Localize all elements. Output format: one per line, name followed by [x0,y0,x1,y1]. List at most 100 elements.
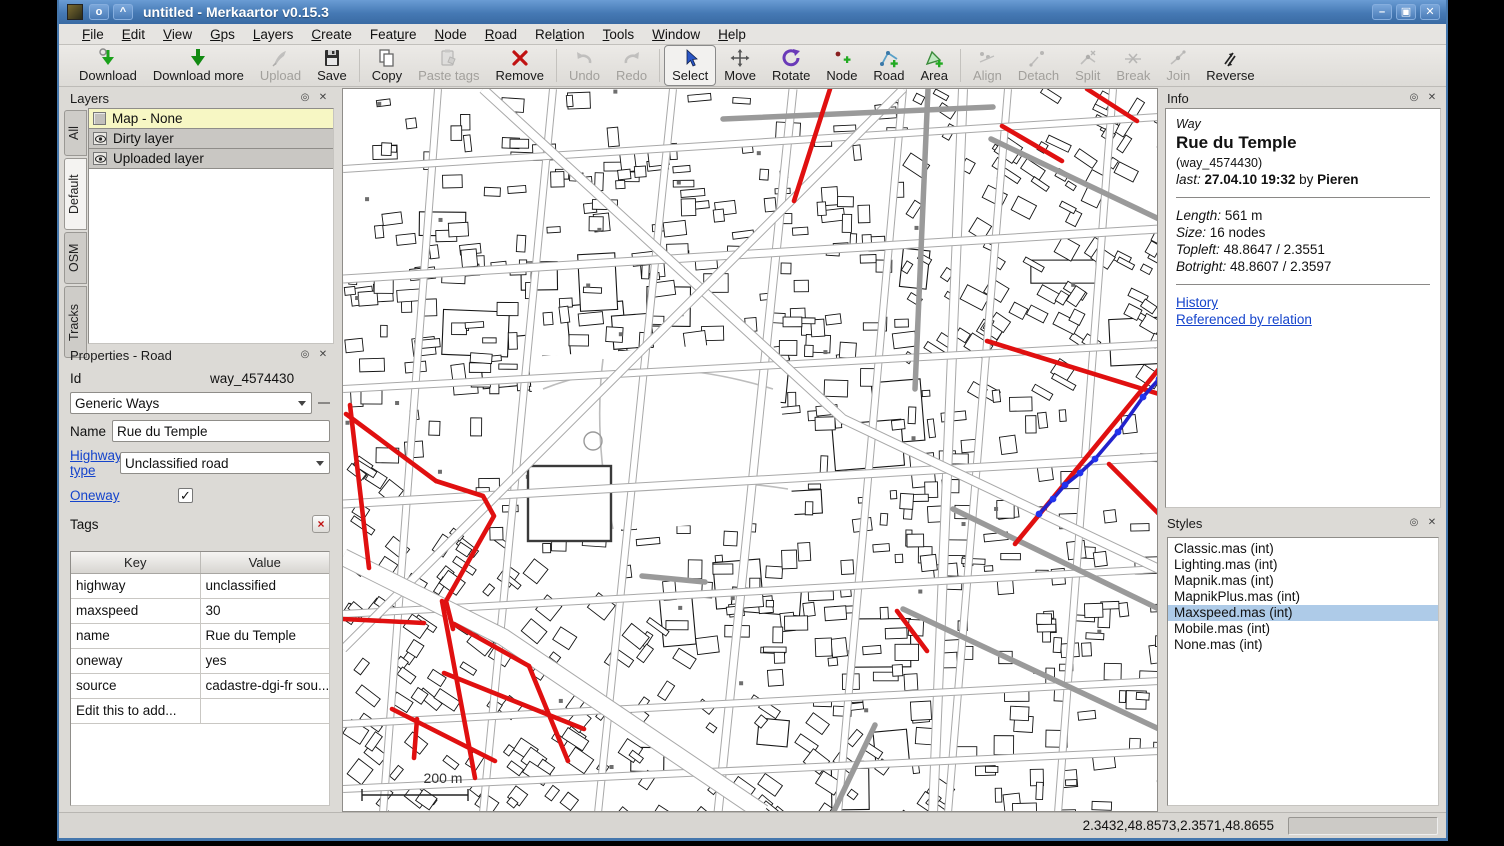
menu-edit[interactable]: Edit [113,25,154,44]
tag-cell[interactable]: cadastre-dgi-fr sou... [201,674,330,698]
styles-panel: Styles ◎ ✕ Classic.mas (int)Lighting.mas… [1161,513,1445,812]
toolbar-button-join[interactable]: Join [1158,45,1198,86]
tag-cell[interactable]: unclassified [201,574,330,598]
tags-column-value[interactable]: Value [201,552,330,573]
layer-row-uploaded-layer[interactable]: Uploaded layer [89,149,333,169]
maximize-button[interactable]: ▣ [1396,4,1416,20]
tag-row[interactable]: maxspeed30 [71,599,329,624]
toolbar-button-save[interactable]: Save [309,45,355,86]
toolbar-button-upload[interactable]: Upload [252,45,309,86]
menu-relation[interactable]: Relation [526,25,594,44]
feature-type-select[interactable]: Generic Ways [70,392,312,414]
menu-layers[interactable]: Layers [244,25,303,44]
toolbar-button-node[interactable]: Node [818,45,865,86]
layers-tab-all[interactable]: All [64,110,87,156]
style-item[interactable]: Maxspeed.mas (int) [1168,605,1438,621]
menu-feature[interactable]: Feature [361,25,426,44]
info-link-history[interactable]: History [1176,295,1430,310]
visibility-eye-icon[interactable] [93,132,107,145]
close-icon[interactable]: ✕ [316,91,330,105]
toolbar-button-reverse[interactable]: Reverse [1198,45,1262,86]
layers-tab-osm[interactable]: OSM [64,232,87,284]
layer-row-dirty-layer[interactable]: Dirty layer [89,129,333,149]
tags-column-key[interactable]: Key [71,552,201,573]
map-canvas[interactable]: 200 m [342,88,1158,812]
menu-file[interactable]: File [73,25,113,44]
toolbar-button-redo[interactable]: Redo [608,45,655,86]
tag-row[interactable]: nameRue du Temple [71,624,329,649]
toolbar-button-download-more[interactable]: Download more [145,45,252,86]
toolbar-button-download[interactable]: Download [71,45,145,86]
menu-view[interactable]: View [154,25,201,44]
style-item[interactable]: MapnikPlus.mas (int) [1168,589,1438,605]
float-icon[interactable]: ◎ [1407,516,1421,530]
tag-row[interactable]: onewayyes [71,649,329,674]
info-link-referenced-by-relation[interactable]: Referenced by relation [1176,312,1430,327]
style-item[interactable]: Classic.mas (int) [1168,541,1438,557]
sticky-button[interactable]: o [89,4,109,20]
oneway-checkbox[interactable]: ✓ [178,488,193,503]
chevron-down-icon [316,461,324,466]
highway-type-select[interactable]: Unclassified road [120,452,330,474]
close-icon[interactable]: ✕ [1425,516,1439,530]
toolbar-button-rotate[interactable]: Rotate [764,45,818,86]
float-icon[interactable]: ◎ [298,91,312,105]
toolbar-button-split[interactable]: Split [1067,45,1108,86]
menu-create[interactable]: Create [302,25,361,44]
toolbar-button-area[interactable]: Area [913,45,956,86]
style-item[interactable]: Lighting.mas (int) [1168,557,1438,573]
name-input[interactable] [112,420,330,442]
toolbar-button-paste-tags[interactable]: Paste tags [410,45,487,86]
toolbar-button-break[interactable]: Break [1108,45,1158,86]
tag-cell[interactable] [201,699,330,723]
oneway-link[interactable]: Oneway [70,488,178,503]
tag-cell[interactable]: name [71,624,201,648]
shade-button[interactable]: ^ [113,4,133,20]
menu-road[interactable]: Road [476,25,526,44]
layer-checkbox-icon[interactable] [93,112,106,125]
style-item[interactable]: None.mas (int) [1168,637,1438,653]
tag-row[interactable]: sourcecadastre-dgi-fr sou... [71,674,329,699]
tag-cell[interactable]: source [71,674,201,698]
tag-cell[interactable]: Rue du Temple [201,624,330,648]
toolbar-button-detach[interactable]: Detach [1010,45,1067,86]
toolbar-button-undo[interactable]: Undo [561,45,608,86]
layer-row-map-none[interactable]: Map - None [89,109,333,129]
style-item[interactable]: Mobile.mas (int) [1168,621,1438,637]
float-icon[interactable]: ◎ [1407,91,1421,105]
remove-icon [509,48,531,68]
way-id-value: way_4574430 [178,371,330,386]
close-button[interactable]: ✕ [1420,4,1440,20]
tag-row[interactable]: highwayunclassified [71,574,329,599]
close-icon[interactable]: ✕ [1425,91,1439,105]
close-icon[interactable]: ✕ [316,348,330,362]
layers-tab-default[interactable]: Default [64,158,87,230]
tag-cell[interactable]: highway [71,574,201,598]
style-item[interactable]: Mapnik.mas (int) [1168,573,1438,589]
tags-close-button[interactable]: × [312,515,330,533]
tag-row[interactable]: Edit this to add... [71,699,329,724]
toolbar-button-move[interactable]: Move [716,45,764,86]
float-icon[interactable]: ◎ [298,348,312,362]
menu-tools[interactable]: Tools [594,25,644,44]
minimize-button[interactable]: – [1372,4,1392,20]
tag-cell[interactable]: Edit this to add... [71,699,201,723]
toolbar-button-copy[interactable]: Copy [364,45,410,86]
menu-help[interactable]: Help [709,25,755,44]
layer-label: Map - None [112,111,183,126]
tag-cell[interactable]: 30 [201,599,330,623]
menu-node[interactable]: Node [425,25,475,44]
styles-panel-header: Styles ◎ ✕ [1161,513,1445,533]
toolbar-button-select[interactable]: Select [664,45,716,86]
visibility-eye-icon[interactable] [93,152,107,165]
highway-type-link[interactable]: Highway type [70,448,120,478]
tag-cell[interactable]: yes [201,649,330,673]
toolbar-button-remove[interactable]: Remove [488,45,552,86]
tag-cell[interactable]: maxspeed [71,599,201,623]
menu-gps[interactable]: Gps [201,25,244,44]
toolbar-button-align[interactable]: Align [965,45,1010,86]
toolbar-button-road[interactable]: Road [865,45,912,86]
tag-cell[interactable]: oneway [71,649,201,673]
menu-window[interactable]: Window [643,25,709,44]
undo-icon [573,48,595,68]
